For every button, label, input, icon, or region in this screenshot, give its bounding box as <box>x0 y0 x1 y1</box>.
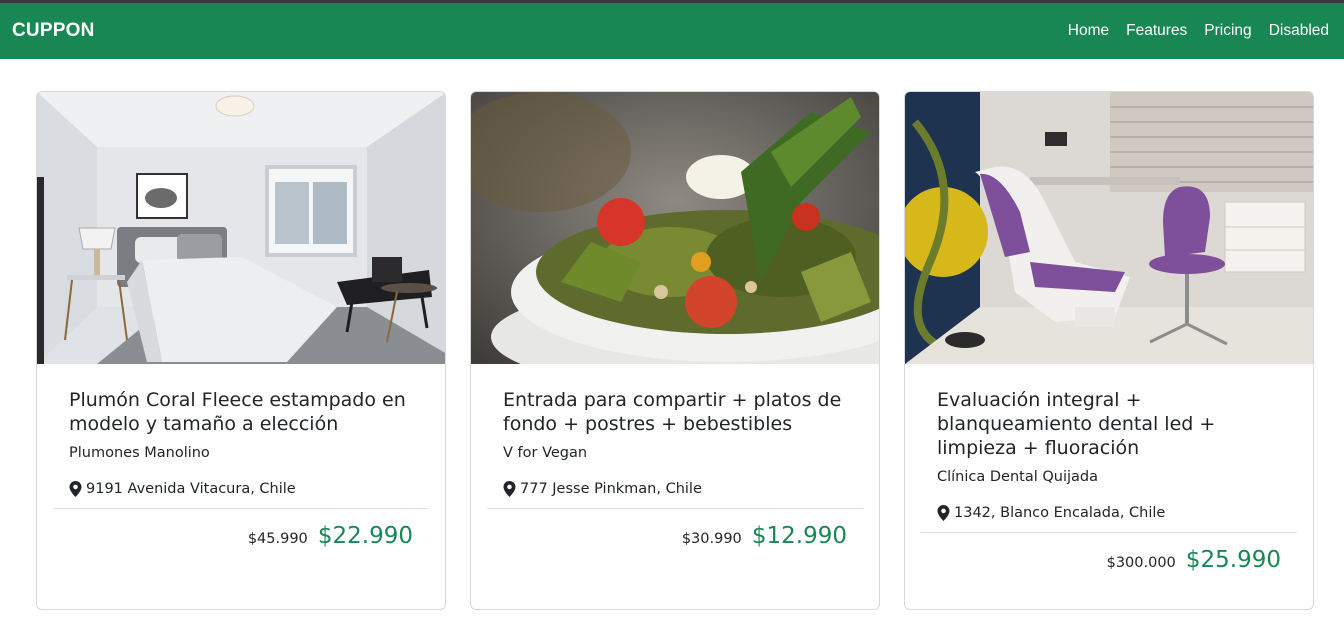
card-body: Plumón Coral Fleece estampado en modelo … <box>37 364 445 497</box>
deal-card[interactable]: Plumón Coral Fleece estampado en modelo … <box>36 91 446 610</box>
discount-price: $25.990 <box>1185 547 1281 573</box>
merchant-name: Clínica Dental Quijada <box>937 469 1098 485</box>
map-pin-icon <box>69 481 82 497</box>
deal-cards: Plumón Coral Fleece estampado en modelo … <box>36 91 1314 610</box>
location-text: 9191 Avenida Vitacura, Chile <box>86 481 296 497</box>
nav-links: Home Features Pricing Disabled <box>1068 22 1329 40</box>
deal-title[interactable]: Entrada para compartir + platos de fondo… <box>503 388 847 436</box>
location-text: 777 Jesse Pinkman, Chile <box>520 481 702 497</box>
location: 1342, Blanco Encalada, Chile <box>937 505 1281 521</box>
price-block: $30.990 $12.990 <box>471 509 879 549</box>
nav-home-link[interactable]: Home <box>1068 22 1109 40</box>
nav-pricing-link[interactable]: Pricing <box>1204 22 1251 40</box>
brand-logo[interactable]: CUPPON <box>12 20 95 42</box>
card-body: Entrada para compartir + platos de fondo… <box>471 364 879 497</box>
price-block: $45.990 $22.990 <box>37 509 445 549</box>
deal-title[interactable]: Evaluación integral + blanqueamiento den… <box>937 388 1281 460</box>
original-price: $300.000 <box>1106 555 1176 571</box>
merchant-name: Plumones Manolino <box>69 445 210 461</box>
navbar: CUPPON Home Features Pricing Disabled <box>0 3 1344 59</box>
card-image-bedroom[interactable] <box>37 92 445 364</box>
card-image-salad[interactable] <box>471 92 879 364</box>
original-price: $30.990 <box>681 531 742 547</box>
merchant-name: V for Vegan <box>503 445 588 461</box>
map-pin-icon <box>503 481 516 497</box>
discount-price: $12.990 <box>751 523 847 549</box>
location: 777 Jesse Pinkman, Chile <box>503 481 847 497</box>
deal-title[interactable]: Plumón Coral Fleece estampado en modelo … <box>69 388 413 436</box>
deal-card[interactable]: Entrada para compartir + platos de fondo… <box>470 91 880 610</box>
nav-disabled-link[interactable]: Disabled <box>1269 22 1329 40</box>
card-image-dental[interactable] <box>905 92 1313 364</box>
price-block: $300.000 $25.990 <box>905 533 1313 573</box>
map-pin-icon <box>937 505 950 521</box>
nav-features-link[interactable]: Features <box>1126 22 1187 40</box>
location-text: 1342, Blanco Encalada, Chile <box>954 505 1166 521</box>
discount-price: $22.990 <box>317 523 413 549</box>
original-price: $45.990 <box>247 531 308 547</box>
deal-card[interactable]: Evaluación integral + blanqueamiento den… <box>904 91 1314 610</box>
card-body: Evaluación integral + blanqueamiento den… <box>905 364 1313 521</box>
location: 9191 Avenida Vitacura, Chile <box>69 481 413 497</box>
